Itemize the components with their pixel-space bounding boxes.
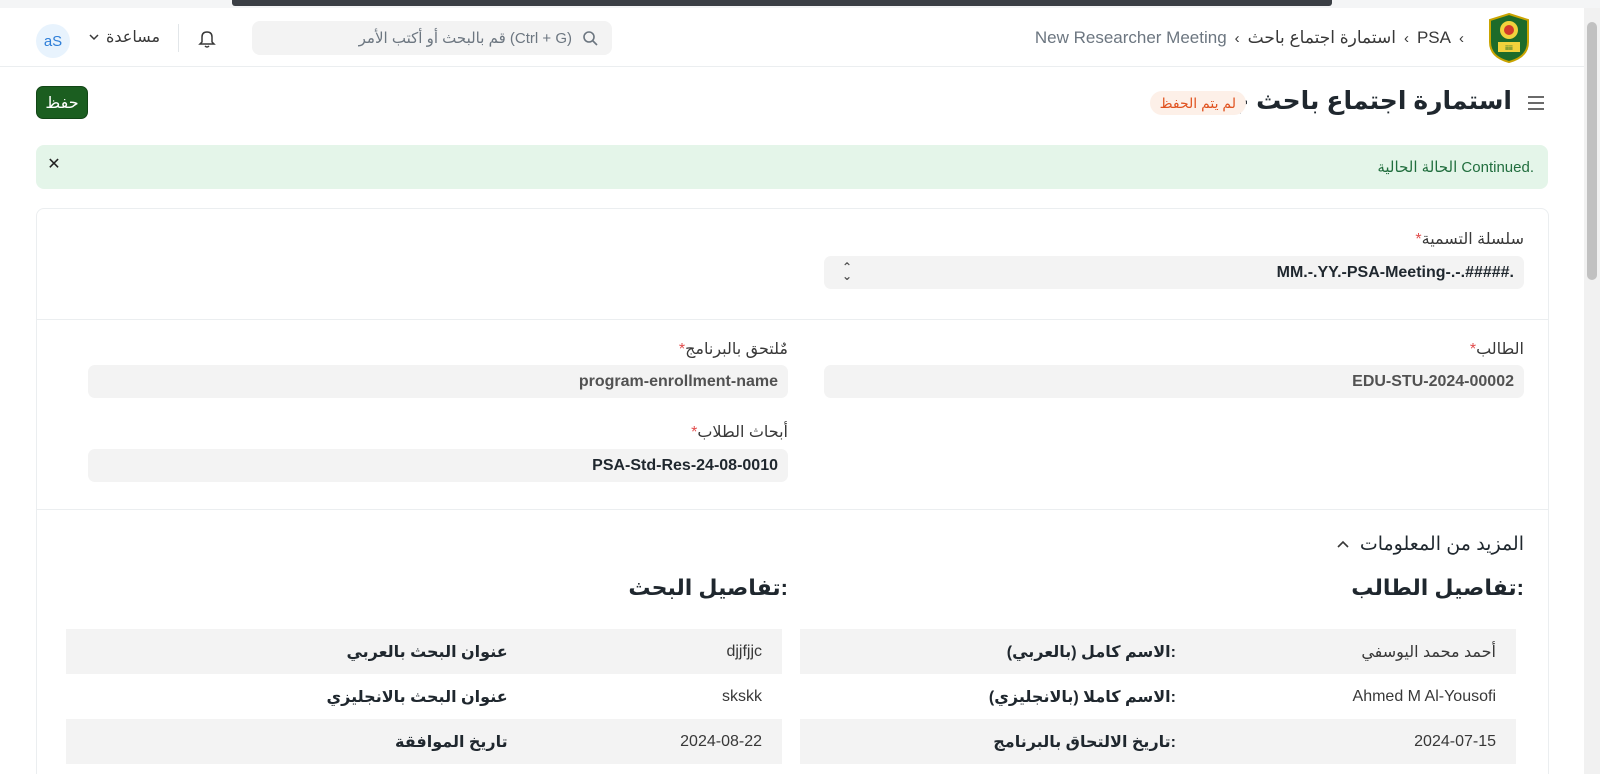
close-icon[interactable]: ✕ <box>46 157 62 173</box>
table-row: عنوان البحث بالعربي djjfjjc <box>66 629 782 674</box>
table-row: تاريخ الالتحاق بالبرنامج: 2024-07-15 <box>800 719 1516 764</box>
alert-text: الحالة الحالية Continued. <box>1377 159 1534 176</box>
navbar-divider <box>178 24 179 52</box>
avatar[interactable]: aS <box>36 24 70 58</box>
breadcrumb-researcher-meeting[interactable]: استمارة اجتماع باحث <box>1248 28 1396 48</box>
student-label: *الطالب <box>1469 341 1524 358</box>
detail-value: أحمد محمد اليوسفي <box>1196 629 1516 674</box>
more-info-label: المزيد من المعلومات <box>1359 534 1524 555</box>
student-details-table: الاسم كامل (بالعربي): أحمد محمد اليوسفي … <box>800 629 1516 764</box>
chevron-up-icon <box>1337 540 1349 548</box>
status-alert: الحالة الحالية Continued. ✕ <box>36 145 1548 189</box>
save-button[interactable]: حفظ <box>36 86 88 119</box>
breadcrumb-current[interactable]: New Researcher Meeting <box>1035 28 1227 48</box>
search-placeholder: قم بالبحث أو أكتب الأمر (Ctrl + G) <box>358 30 572 47</box>
chevron-down-icon <box>89 34 99 41</box>
breadcrumb-separator: ‹ <box>1234 29 1240 47</box>
detail-value: 2024-08-22 <box>527 719 782 764</box>
table-row: الاسم كامل (بالعربي): أحمد محمد اليوسفي <box>800 629 1516 674</box>
student-details-heading: تفاصيل الطالب: <box>1351 575 1524 600</box>
detail-key: عنوان البحث بالعربي <box>66 629 528 674</box>
breadcrumb-psa[interactable]: PSA <box>1417 28 1451 48</box>
browser-top-strip <box>0 0 1600 8</box>
detail-key: عنوان البحث بالانجليزي <box>326 688 508 706</box>
breadcrumb-separator: ‹ <box>1403 29 1409 47</box>
detail-value: 2024-07-15 <box>1196 719 1516 764</box>
detail-value: skskk <box>722 687 762 705</box>
scrollbar[interactable] <box>1584 8 1600 774</box>
breadcrumb-separator: ‹ <box>1459 29 1464 47</box>
table-row: الاسم كاملا (بالانجليزي): Ahmed M Al-You… <box>800 674 1516 719</box>
section-divider <box>37 509 1548 510</box>
search-input[interactable]: قم بالبحث أو أكتب الأمر (Ctrl + G) <box>252 21 612 55</box>
detail-value: djjfjjc <box>527 629 782 674</box>
status-badge: لم يتم الحفظ <box>1149 91 1246 115</box>
table-row: عنوان البحث بالانجليزي skskk <box>66 674 782 719</box>
program-enrollment-field[interactable]: program-enrollment-name <box>88 365 788 398</box>
svg-text:ⅲⅲ: ⅲⅲ <box>1505 45 1513 52</box>
naming-series-label: *سلسلة التسمية <box>1415 231 1524 248</box>
table-row: تاريخ الموافقة 2024-08-22 <box>66 719 782 764</box>
section-divider <box>37 319 1548 320</box>
detail-key: الاسم كاملا (بالانجليزي): <box>988 688 1176 706</box>
research-details-heading: تفاصيل البحث: <box>628 575 788 600</box>
more-info-toggle[interactable]: المزيد من المعلومات <box>1336 533 1524 556</box>
detail-key: تاريخ الالتحاق بالبرنامج: <box>800 719 1196 764</box>
breadcrumb: ‹ PSA ‹ استمارة اجتماع باحث ‹ New Resear… <box>1035 26 1464 50</box>
navbar: ⅲⅲ ‹ PSA ‹ استمارة اجتماع باحث ‹ New Res… <box>0 8 1584 67</box>
university-logo[interactable]: ⅲⅲ <box>1486 12 1532 64</box>
detail-value: Ahmed M Al-Yousofi <box>1352 687 1496 705</box>
student-research-label: *أبحاث الطلاب <box>691 424 788 441</box>
select-arrows-icon: ⌃ ⌄ <box>842 260 853 283</box>
help-label: مساعدة <box>106 29 161 46</box>
detail-key: الاسم كامل (بالعربي): <box>800 629 1196 674</box>
program-enrollment-label: *مٌلتحق بالبرنامج <box>678 341 788 358</box>
scrollbar-thumb[interactable] <box>1587 22 1597 280</box>
naming-series-select[interactable]: ⌃ ⌄ MM.-.YY.-PSA-Meeting-.-.#####. <box>824 256 1524 289</box>
student-field[interactable]: EDU-STU-2024-00002 <box>824 365 1524 398</box>
hamburger-icon[interactable] <box>1526 93 1546 113</box>
bell-icon[interactable] <box>196 27 218 49</box>
detail-key: تاريخ الموافقة <box>66 719 528 764</box>
search-icon <box>583 31 598 46</box>
research-details-table: عنوان البحث بالعربي djjfjjc عنوان البحث … <box>66 629 782 764</box>
student-research-field[interactable]: PSA-Std-Res-24-08-0010 <box>88 449 788 482</box>
help-dropdown[interactable]: مساعدة <box>88 27 160 47</box>
form-card: *سلسلة التسمية ⌃ ⌄ MM.-.YY.-PSA-Meeting-.… <box>36 208 1549 774</box>
